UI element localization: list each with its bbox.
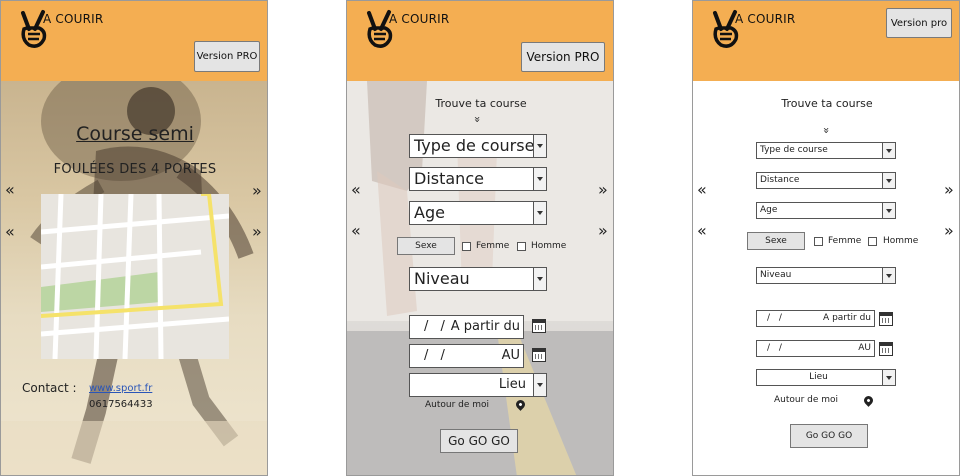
homme-label: Homme xyxy=(531,241,567,251)
age-select[interactable]: Age xyxy=(756,202,896,219)
place-value: Lieu xyxy=(498,377,526,392)
homme-checkbox[interactable] xyxy=(868,237,877,246)
chevron-down-icon[interactable] xyxy=(882,370,895,385)
chevron-down-icon[interactable] xyxy=(882,143,895,158)
prev-arrow-icon[interactable]: « xyxy=(351,223,361,239)
age-select[interactable]: Age xyxy=(409,201,547,225)
screen-search-photo: A COURIR Version PRO Trouve ta course » … xyxy=(346,0,614,476)
chevron-down-icon[interactable] xyxy=(533,202,546,224)
chevron-down-icon[interactable] xyxy=(533,135,546,157)
race-map[interactable] xyxy=(41,194,229,359)
calendar-icon[interactable] xyxy=(532,319,546,333)
chevron-down-icon[interactable] xyxy=(882,203,895,218)
date-from-field[interactable]: / / A partir du xyxy=(756,310,875,327)
race-type-select[interactable]: Type de course xyxy=(409,134,547,158)
distance-value: Distance xyxy=(760,175,800,185)
race-title: Course semi xyxy=(76,123,194,145)
next-arrow-icon[interactable]: » xyxy=(944,182,954,198)
map-pin-icon[interactable] xyxy=(862,394,875,407)
femme-label: Femme xyxy=(828,236,862,246)
next-arrow-icon[interactable]: » xyxy=(598,182,608,198)
search-title: Trouve ta course xyxy=(781,97,873,110)
contact-phone: 0617564433 xyxy=(89,399,153,410)
femme-label: Femme xyxy=(476,241,510,251)
prev-arrow-icon[interactable]: « xyxy=(697,223,707,239)
screen-race-detail: A COURIR Version PRO « « » » Course semi… xyxy=(0,0,268,476)
search-title: Trouve ta course xyxy=(435,97,527,110)
level-select[interactable]: Niveau xyxy=(756,267,896,284)
chevron-down-icon[interactable] xyxy=(882,268,895,283)
date-from-label: A partir du xyxy=(450,319,520,334)
contact-website-link[interactable]: www.sport.fr xyxy=(89,383,152,394)
date-from-slashes: / / xyxy=(767,313,785,323)
app-header: A COURIR Version PRO xyxy=(347,1,613,81)
app-header: A COURIR Version pro xyxy=(693,1,959,81)
screen-search-plain: A COURIR Version pro Trouve ta course » … xyxy=(692,0,960,476)
race-type-select[interactable]: Type de course xyxy=(756,142,896,159)
next-arrow-icon[interactable]: » xyxy=(944,223,954,239)
date-from-field[interactable]: / / A partir du xyxy=(409,315,524,339)
brand-name: A COURIR xyxy=(735,12,796,26)
homme-checkbox[interactable] xyxy=(517,242,526,251)
place-value: Lieu xyxy=(809,372,828,382)
sexe-button[interactable]: Sexe xyxy=(397,237,455,255)
distance-select[interactable]: Distance xyxy=(756,172,896,189)
version-pro-button[interactable]: Version PRO xyxy=(521,42,605,72)
calendar-icon[interactable] xyxy=(879,342,893,356)
around-me-label: Autour de moi xyxy=(425,400,490,410)
brand-name: A COURIR xyxy=(389,12,450,26)
version-pro-button[interactable]: Version PRO xyxy=(194,41,260,72)
around-me-label: Autour de moi xyxy=(774,395,839,405)
age-value: Age xyxy=(760,205,778,215)
homme-label: Homme xyxy=(883,236,919,246)
chevron-down-icon[interactable] xyxy=(533,268,546,290)
calendar-icon[interactable] xyxy=(532,348,546,362)
next-arrow-icon[interactable]: » xyxy=(252,183,262,199)
prev-arrow-icon[interactable]: « xyxy=(697,182,707,198)
map-graphic xyxy=(41,194,229,359)
date-to-field[interactable]: / / AU xyxy=(756,340,875,357)
brand-name: A COURIR xyxy=(43,12,104,26)
date-to-label: AU xyxy=(501,348,520,363)
place-select[interactable]: Lieu xyxy=(756,369,896,386)
age-value: Age xyxy=(414,203,445,222)
date-from-slashes: / / xyxy=(424,319,449,334)
search-go-button[interactable]: Go GO GO xyxy=(440,429,518,453)
contact-label: Contact : xyxy=(22,381,77,395)
femme-checkbox[interactable] xyxy=(814,237,823,246)
prev-arrow-icon[interactable]: « xyxy=(351,182,361,198)
next-arrow-icon[interactable]: » xyxy=(598,223,608,239)
level-value: Niveau xyxy=(760,270,792,280)
distance-select[interactable]: Distance xyxy=(409,167,547,191)
level-value: Niveau xyxy=(414,269,470,288)
app-header: A COURIR Version PRO xyxy=(1,1,267,81)
race-name: FOULÉES DES 4 PORTES xyxy=(53,162,217,177)
date-to-slashes: / / xyxy=(767,343,785,353)
distance-value: Distance xyxy=(414,169,484,188)
level-select[interactable]: Niveau xyxy=(409,267,547,291)
chevron-down-icon[interactable] xyxy=(533,374,546,396)
date-to-label: AU xyxy=(858,343,871,353)
calendar-icon[interactable] xyxy=(879,312,893,326)
prev-arrow-icon[interactable]: « xyxy=(5,224,15,240)
femme-checkbox[interactable] xyxy=(462,242,471,251)
double-chevron-icon: » xyxy=(470,116,484,123)
prev-arrow-icon[interactable]: « xyxy=(5,182,15,198)
chevron-down-icon[interactable] xyxy=(533,168,546,190)
sexe-button[interactable]: Sexe xyxy=(747,232,805,250)
place-select[interactable]: Lieu xyxy=(409,373,547,397)
version-pro-button[interactable]: Version pro xyxy=(886,8,952,38)
date-to-slashes: / / xyxy=(424,348,449,363)
double-chevron-icon: » xyxy=(819,127,833,134)
date-from-label: A partir du xyxy=(823,313,871,323)
next-arrow-icon[interactable]: » xyxy=(252,224,262,240)
date-to-field[interactable]: / / AU xyxy=(409,344,524,368)
race-type-value: Type de course xyxy=(760,145,828,155)
chevron-down-icon[interactable] xyxy=(882,173,895,188)
search-go-button[interactable]: Go GO GO xyxy=(790,424,868,448)
race-type-value: Type de course xyxy=(414,136,535,155)
